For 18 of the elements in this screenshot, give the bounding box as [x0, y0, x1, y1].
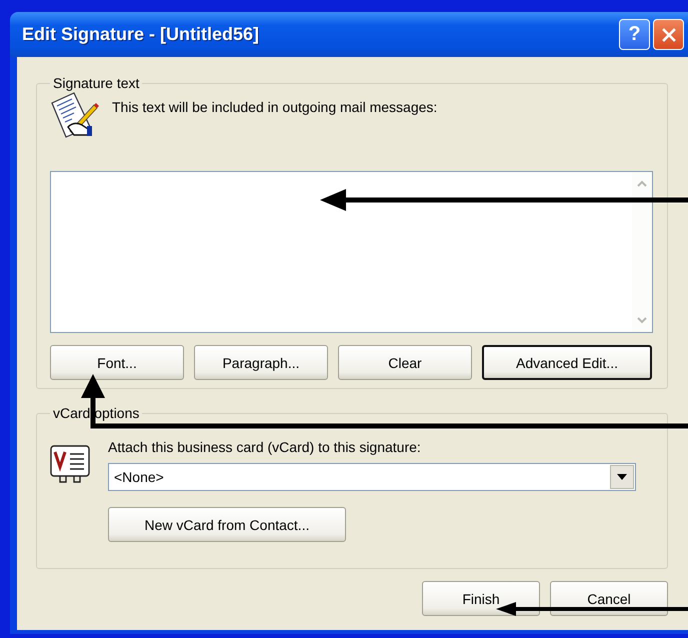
- vcard-dropdown[interactable]: <None>: [108, 463, 636, 491]
- dialog-button[interactable]: Clear: [338, 345, 472, 380]
- window-title: Edit Signature - [Untitled56]: [22, 24, 260, 45]
- description-text: This text will be included in outgoing mail messages:: [112, 99, 438, 115]
- dialog-button[interactable]: Font...: [50, 345, 184, 380]
- dropdown-caret-icon: [617, 474, 627, 480]
- new-vcard-button[interactable]: New vCard from Contact...: [108, 507, 346, 542]
- attach-label: Attach this business card (vCard) to this signature:: [108, 439, 422, 455]
- group-legend: vCard options: [50, 405, 142, 421]
- dialog-button[interactable]: Advanced Edit...: [482, 345, 652, 380]
- vcard-icon: [50, 445, 90, 485]
- dialog-button[interactable]: Finish: [422, 581, 540, 616]
- group-legend: Signature text: [50, 75, 142, 91]
- dialog-button[interactable]: Paragraph...: [194, 345, 328, 380]
- close-icon: [662, 28, 676, 42]
- close-button[interactable]: [653, 19, 684, 50]
- signature-pen-icon: [50, 91, 100, 139]
- scrollbar[interactable]: [632, 172, 652, 332]
